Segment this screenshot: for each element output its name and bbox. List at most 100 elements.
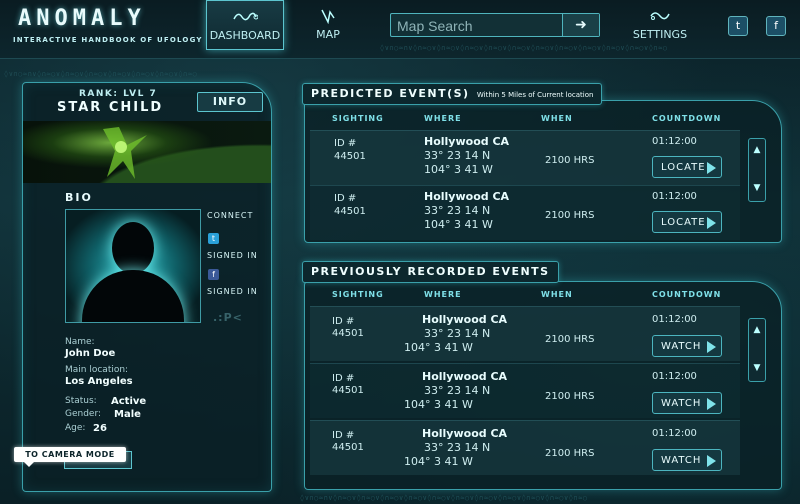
column-header: WHEN — [541, 290, 573, 299]
twitter-button[interactable]: t — [728, 16, 748, 36]
play-arrow-icon — [707, 162, 716, 174]
scroll-down-icon[interactable]: ▼ — [749, 183, 765, 193]
where-city: Hollywood CA — [424, 190, 510, 203]
username: STAR CHILD — [57, 100, 164, 115]
sighting-id-label: ID # — [334, 138, 357, 149]
recorded-scroll-control: ▲ ▼ — [748, 318, 766, 382]
twitter-status: SIGNED IN — [207, 251, 258, 260]
camera-mode-tooltip[interactable]: TO CAMERA MODE — [14, 447, 126, 467]
status-value: Active — [111, 396, 147, 407]
avatar-body-silhouette — [82, 270, 184, 322]
arrow-right-icon: ➜ — [575, 17, 587, 33]
locate-button[interactable]: LOCATE — [652, 211, 722, 233]
facebook-icon: f — [774, 19, 778, 32]
where-latitude: 33° 23 14 N — [424, 204, 491, 217]
name-label: Name: — [65, 337, 95, 347]
settings-icon — [630, 8, 690, 24]
column-header: WHERE — [424, 114, 462, 123]
nav-map[interactable]: MAP — [308, 0, 348, 50]
play-arrow-icon — [707, 398, 716, 410]
app-logo[interactable]: ANOMALY — [18, 6, 146, 31]
where-city: Hollywood CA — [422, 427, 508, 440]
connect-label: CONNECT — [207, 211, 254, 220]
predicted-title-text: PREDICTED EVENT(S) — [311, 87, 470, 100]
map-icon — [308, 8, 348, 25]
name-value: John Doe — [65, 348, 116, 359]
countdown-time: 01:12:00 — [652, 428, 697, 439]
when-time: 2100 HRS — [545, 155, 595, 166]
alien-figure-illustration — [103, 127, 147, 179]
sighting-id: 44501 — [332, 385, 364, 396]
locate-button-label: LOCATE — [661, 162, 706, 173]
where-longitude: 104° 3 41 W — [404, 341, 473, 354]
twitter-connect-icon[interactable]: t — [208, 233, 219, 244]
age-label: Age: — [65, 423, 86, 433]
location-label: Main location: — [65, 365, 129, 375]
facebook-connect-icon[interactable]: f — [208, 269, 219, 280]
table-row[interactable]: ID # 44501 Hollywood CA 33° 23 14 N 104°… — [310, 130, 740, 185]
nav-settings[interactable]: SETTINGS — [630, 0, 690, 50]
sighting-id: 44501 — [334, 206, 366, 217]
countdown-time: 01:12:00 — [652, 191, 697, 202]
column-header: WHERE — [424, 290, 462, 299]
column-header: COUNTDOWN — [652, 114, 722, 123]
column-header: COUNTDOWN — [652, 290, 722, 299]
where-latitude: 33° 23 14 N — [424, 441, 491, 454]
table-row[interactable]: ID # 44501 Hollywood CA 33° 23 14 N 104°… — [310, 306, 740, 361]
profile-panel: RANK: LVL 7 STAR CHILD INFO BIO CONNECT … — [22, 82, 272, 492]
sighting-id: 44501 — [332, 328, 364, 339]
gender-value: Male — [114, 409, 141, 420]
facebook-status: SIGNED IN — [207, 287, 258, 296]
rank-label: RANK: LVL 7 — [79, 89, 158, 99]
scroll-up-icon[interactable]: ▲ — [749, 145, 765, 155]
sighting-id: 44501 — [334, 151, 366, 162]
sighting-id-label: ID # — [334, 193, 357, 204]
age-value: 26 — [93, 423, 107, 434]
table-row[interactable]: ID # 44501 Hollywood CA 33° 23 14 N 104°… — [310, 420, 740, 475]
play-arrow-icon — [707, 217, 716, 229]
map-search-input[interactable] — [395, 15, 565, 37]
search-submit-button[interactable]: ➜ — [562, 14, 599, 36]
predicted-subtitle: Within 5 Miles of Current location — [476, 91, 594, 99]
where-longitude: 104° 3 41 W — [404, 398, 473, 411]
twitter-icon: t — [735, 19, 741, 32]
nav-dashboard[interactable]: DASHBOARD — [206, 0, 284, 50]
app-tagline: INTERACTIVE HANDBOOK OF UFOLOGY — [13, 36, 203, 44]
where-latitude: 33° 23 14 N — [424, 327, 491, 340]
gender-label: Gender: — [65, 409, 102, 419]
where-latitude: 33° 23 14 N — [424, 149, 491, 162]
status-label: Status: — [65, 396, 97, 406]
when-time: 2100 HRS — [545, 334, 595, 345]
decorative-glyphs: ◊∨∩○≈∩∨◊∩≈○∨◊∩≈○∨◊∩≈○∨◊∩≈○∨◊∩≈○∨◊∩≈○∨◊∩≈… — [4, 70, 198, 78]
column-header: SIGHTING — [332, 290, 384, 299]
watch-button[interactable]: WATCH — [652, 449, 722, 471]
sighting-id: 44501 — [332, 442, 364, 453]
table-row[interactable]: ID # 44501 Hollywood CA 33° 23 14 N 104°… — [310, 185, 740, 240]
watch-button[interactable]: WATCH — [652, 335, 722, 357]
locate-button[interactable]: LOCATE — [652, 156, 722, 178]
where-city: Hollywood CA — [422, 313, 508, 326]
watch-button[interactable]: WATCH — [652, 392, 722, 414]
scroll-up-icon[interactable]: ▲ — [749, 325, 765, 335]
where-longitude: 104° 3 41 W — [404, 455, 473, 468]
when-time: 2100 HRS — [545, 210, 595, 221]
decorative-glyphs: ◊∨∩○≈∩∨◊∩≈○∨◊∩≈○∨◊∩≈○∨◊∩≈○∨◊∩≈○∨◊∩≈○∨◊∩≈… — [380, 44, 668, 52]
where-longitude: 104° 3 41 W — [424, 163, 493, 176]
countdown-time: 01:12:00 — [652, 371, 697, 382]
dashboard-icon — [207, 9, 283, 25]
info-button[interactable]: INFO — [197, 92, 263, 112]
where-city: Hollywood CA — [424, 135, 510, 148]
nav-dashboard-label: DASHBOARD — [209, 29, 281, 42]
scroll-down-icon[interactable]: ▼ — [749, 363, 765, 373]
column-header: SIGHTING — [332, 114, 384, 123]
avatar-head-silhouette — [112, 222, 154, 274]
profile-banner-image — [23, 121, 271, 183]
countdown-time: 01:12:00 — [652, 136, 697, 147]
when-time: 2100 HRS — [545, 391, 595, 402]
bio-label: BIO — [65, 191, 93, 204]
table-row[interactable]: ID # 44501 Hollywood CA 33° 23 14 N 104°… — [310, 363, 740, 418]
avatar[interactable] — [65, 209, 201, 323]
watch-button-label: WATCH — [661, 455, 702, 466]
facebook-button[interactable]: f — [766, 16, 786, 36]
watch-button-label: WATCH — [661, 341, 702, 352]
